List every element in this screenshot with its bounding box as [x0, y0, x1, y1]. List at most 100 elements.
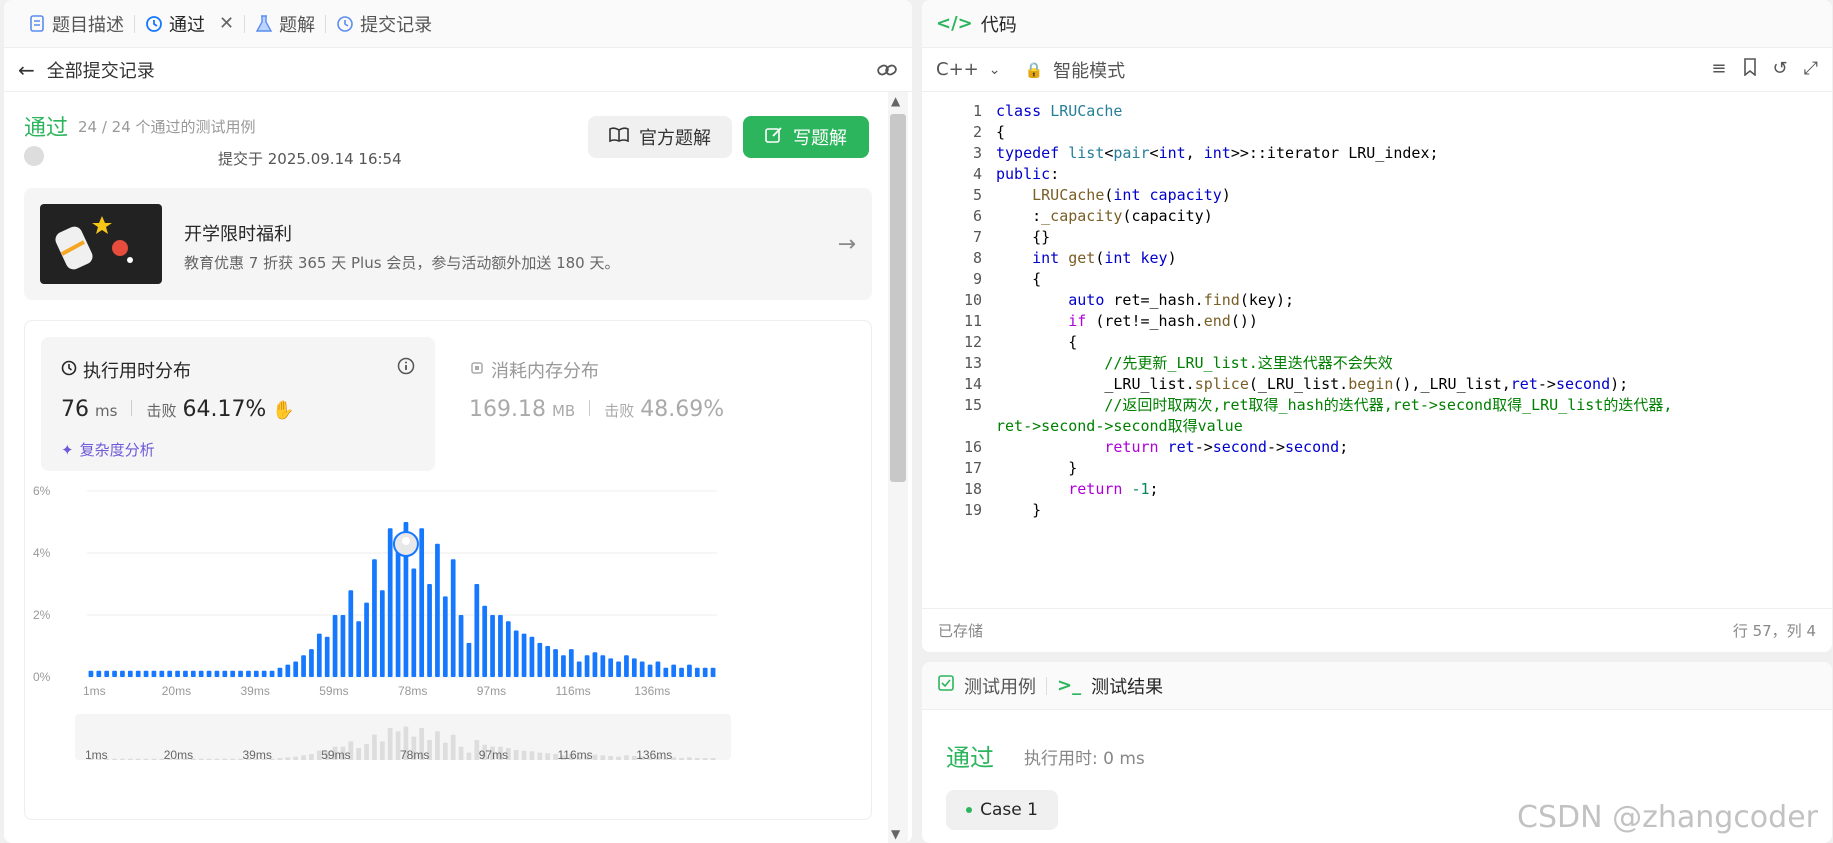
info-icon[interactable] — [397, 357, 415, 379]
code-line[interactable]: 13 //先更新_LRU_list.这里迭代器不会失效 — [922, 352, 1832, 374]
code-line[interactable]: 15 //返回时取两次,ret取得_hash的迭代器,ret->second取得… — [922, 394, 1832, 416]
bar[interactable] — [277, 667, 283, 677]
bar[interactable] — [458, 615, 464, 677]
memory-stat-box[interactable]: 消耗内存分布 169.18 MB 击败 48.69% — [449, 337, 829, 471]
bar[interactable] — [293, 661, 299, 678]
bar[interactable] — [143, 670, 149, 677]
code-line[interactable]: 19 } — [922, 499, 1832, 521]
tab-submissions[interactable]: 提交记录 — [326, 0, 442, 48]
bar[interactable] — [450, 559, 456, 677]
bar[interactable] — [246, 670, 251, 677]
scroll-thumb[interactable] — [890, 114, 906, 482]
code-line[interactable]: 10 auto ret=_hash.find(key); — [922, 289, 1832, 311]
bar[interactable] — [679, 667, 684, 677]
bar[interactable] — [112, 670, 117, 677]
bar[interactable] — [379, 590, 385, 677]
code-line[interactable]: 8 int get(int key) — [922, 247, 1832, 269]
code-line[interactable]: 17 } — [922, 457, 1832, 479]
bar[interactable] — [88, 670, 94, 677]
bar[interactable] — [639, 661, 645, 678]
bar[interactable] — [694, 667, 700, 677]
bar[interactable] — [309, 649, 314, 677]
code-line[interactable]: 14 _LRU_list.splice(_LRU_list.begin(),_L… — [922, 373, 1832, 395]
bar[interactable] — [592, 652, 598, 677]
scroll-down-icon[interactable]: ▼ — [891, 827, 900, 841]
bar[interactable] — [576, 661, 582, 678]
code-editor[interactable]: 1 class LRUCache 2{3 typedef list<pair<int,… — [922, 92, 1832, 592]
bar[interactable] — [545, 646, 551, 677]
editor-mode[interactable]: 智能模式 — [1053, 57, 1125, 83]
bar[interactable] — [269, 670, 275, 677]
bar[interactable] — [230, 670, 236, 677]
bar[interactable] — [702, 667, 708, 677]
bar[interactable] — [364, 602, 369, 677]
code-line[interactable]: 7 {} — [922, 226, 1832, 248]
code-line[interactable]: 3 typedef list<pair<int, int>>::iterator … — [922, 142, 1832, 164]
bar[interactable] — [348, 590, 354, 677]
language-select[interactable]: C++ — [936, 59, 979, 80]
bar[interactable] — [474, 584, 480, 677]
bar[interactable] — [529, 636, 535, 677]
bar[interactable] — [655, 661, 661, 678]
bar[interactable] — [324, 636, 330, 677]
bar[interactable] — [600, 655, 606, 677]
undo-icon[interactable]: ↺ — [1773, 58, 1788, 81]
left-scrollbar[interactable]: ▲ ▼ — [888, 92, 908, 843]
runtime-stat-box[interactable]: 执行用时分布 76 ms 击败 64.17% ✋ ✦ 复杂度分析 — [41, 337, 435, 471]
bar[interactable] — [198, 670, 204, 677]
bar[interactable] — [222, 670, 228, 677]
bar[interactable] — [238, 670, 243, 677]
format-icon[interactable]: ≡ — [1711, 58, 1726, 81]
bar[interactable] — [466, 642, 472, 677]
bar[interactable] — [167, 670, 173, 677]
bar[interactable] — [687, 664, 692, 677]
bar[interactable] — [521, 633, 527, 677]
bar[interactable] — [419, 528, 425, 677]
write-solution-button[interactable]: 写题解 — [743, 116, 869, 158]
bar[interactable] — [435, 543, 440, 677]
bar[interactable] — [624, 655, 629, 677]
code-line[interactable]: 18 return -1; — [922, 478, 1832, 500]
bar[interactable] — [387, 528, 393, 677]
bar[interactable] — [214, 670, 220, 677]
arrow-right-icon[interactable]: → — [838, 232, 856, 257]
bar[interactable] — [490, 615, 495, 677]
bar[interactable] — [104, 670, 110, 677]
runtime-distribution-chart[interactable]: 6% 4% 2% 0% 1ms 20ms 39ms 59ms 78ms 97ms 116ms 136m… — [25, 481, 871, 821]
tab-testresults[interactable]: 测试结果 — [1091, 673, 1163, 699]
bar[interactable] — [127, 670, 133, 677]
bar[interactable] — [663, 667, 669, 677]
code-line[interactable]: 2{ — [922, 121, 1832, 143]
code-line[interactable]: 16 return ret->second->second; — [922, 436, 1832, 458]
bar[interactable] — [190, 670, 196, 677]
bar[interactable] — [159, 670, 165, 677]
bar[interactable] — [372, 559, 377, 677]
back-arrow-icon[interactable]: ← — [18, 58, 35, 82]
code-line[interactable]: 12 { — [922, 331, 1832, 353]
case-1-button[interactable]: Case 1 — [946, 790, 1058, 830]
bar[interactable] — [183, 670, 188, 677]
bar[interactable] — [120, 670, 125, 677]
bar[interactable] — [553, 649, 558, 677]
tab-testcases[interactable]: 测试用例 — [964, 673, 1036, 699]
all-submissions-link[interactable]: 全部提交记录 — [47, 57, 155, 83]
bar[interactable] — [568, 649, 574, 677]
bar[interactable] — [285, 664, 291, 677]
bar[interactable] — [561, 655, 566, 677]
code-line[interactable]: 1 class LRUCache — [922, 100, 1832, 122]
bar[interactable] — [616, 661, 621, 678]
bar[interactable] — [608, 658, 614, 677]
bar[interactable] — [411, 568, 417, 678]
bar[interactable] — [356, 621, 362, 677]
bar[interactable] — [395, 543, 401, 677]
tab-solutions[interactable]: 题解 — [245, 0, 325, 48]
tab-accepted[interactable]: 通过 ✕ — [135, 0, 244, 48]
bar[interactable] — [647, 664, 653, 677]
bar[interactable] — [671, 664, 677, 677]
bar[interactable] — [340, 615, 346, 677]
tab-description[interactable]: 题目描述 — [18, 0, 134, 48]
bar[interactable] — [253, 670, 259, 677]
chevron-down-icon[interactable]: ⌄ — [989, 62, 1001, 78]
bar[interactable] — [301, 655, 306, 677]
link-icon[interactable] — [876, 60, 898, 85]
